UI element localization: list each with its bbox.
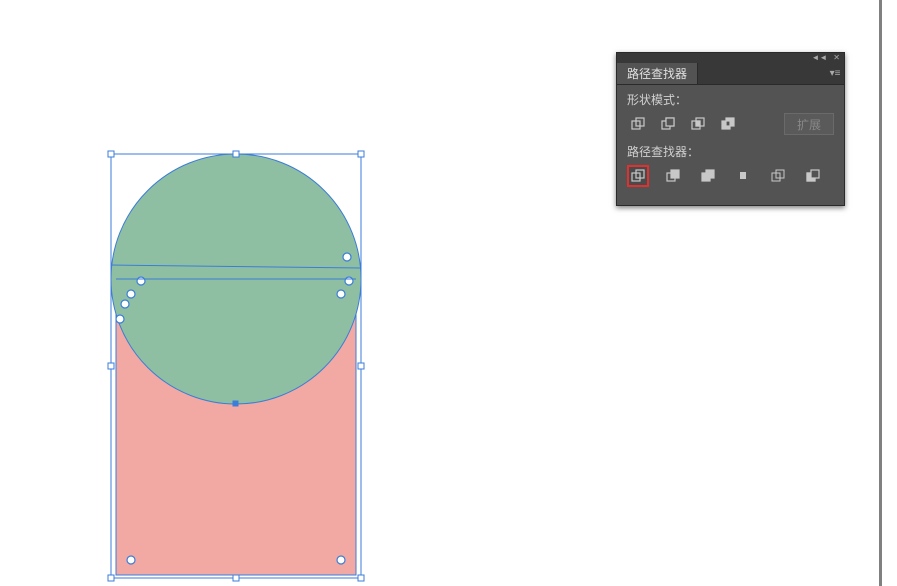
pathfinder-panel: ◄◄ ✕ 路径查找器 ▾≡ 形状模式： 扩展 路径查找器： [616, 52, 845, 206]
close-icon[interactable]: ✕ [833, 54, 840, 62]
selection-bbox [111, 154, 361, 578]
shape-modes-row: 扩展 [627, 113, 834, 135]
minus-back-button[interactable] [802, 165, 824, 187]
unite-button[interactable] [627, 113, 649, 135]
minus-front-button[interactable] [657, 113, 679, 135]
divide-button[interactable] [627, 165, 649, 187]
collapse-icon[interactable]: ◄◄ [811, 54, 827, 62]
label-pathfinders: 路径查找器： [627, 143, 834, 160]
merge-button[interactable] [697, 165, 719, 187]
shape-rectangle[interactable] [116, 279, 356, 575]
ruler-edge [879, 0, 882, 586]
corner-widgets[interactable] [127, 290, 345, 564]
intersect-button[interactable] [687, 113, 709, 135]
panel-topbar: ◄◄ ✕ [617, 53, 844, 63]
circle-anchors[interactable] [233, 401, 238, 406]
trim-button[interactable] [662, 165, 684, 187]
crop-button[interactable] [732, 165, 754, 187]
exclude-button[interactable] [717, 113, 739, 135]
shape-circle[interactable] [111, 154, 361, 404]
expand-button[interactable]: 扩展 [784, 113, 834, 135]
outline-button[interactable] [767, 165, 789, 187]
circle-handles[interactable] [116, 253, 353, 323]
label-shape-modes: 形状模式： [627, 91, 834, 108]
pathfinders-row [627, 165, 834, 187]
flyout-menu-icon[interactable]: ▾≡ [826, 63, 844, 84]
panel-body: 形状模式： 扩展 路径查找器： [617, 85, 844, 205]
tab-pathfinder[interactable]: 路径查找器 [617, 63, 698, 84]
bbox-handles[interactable] [108, 151, 364, 581]
panel-tabbar: 路径查找器 ▾≡ [617, 63, 844, 85]
